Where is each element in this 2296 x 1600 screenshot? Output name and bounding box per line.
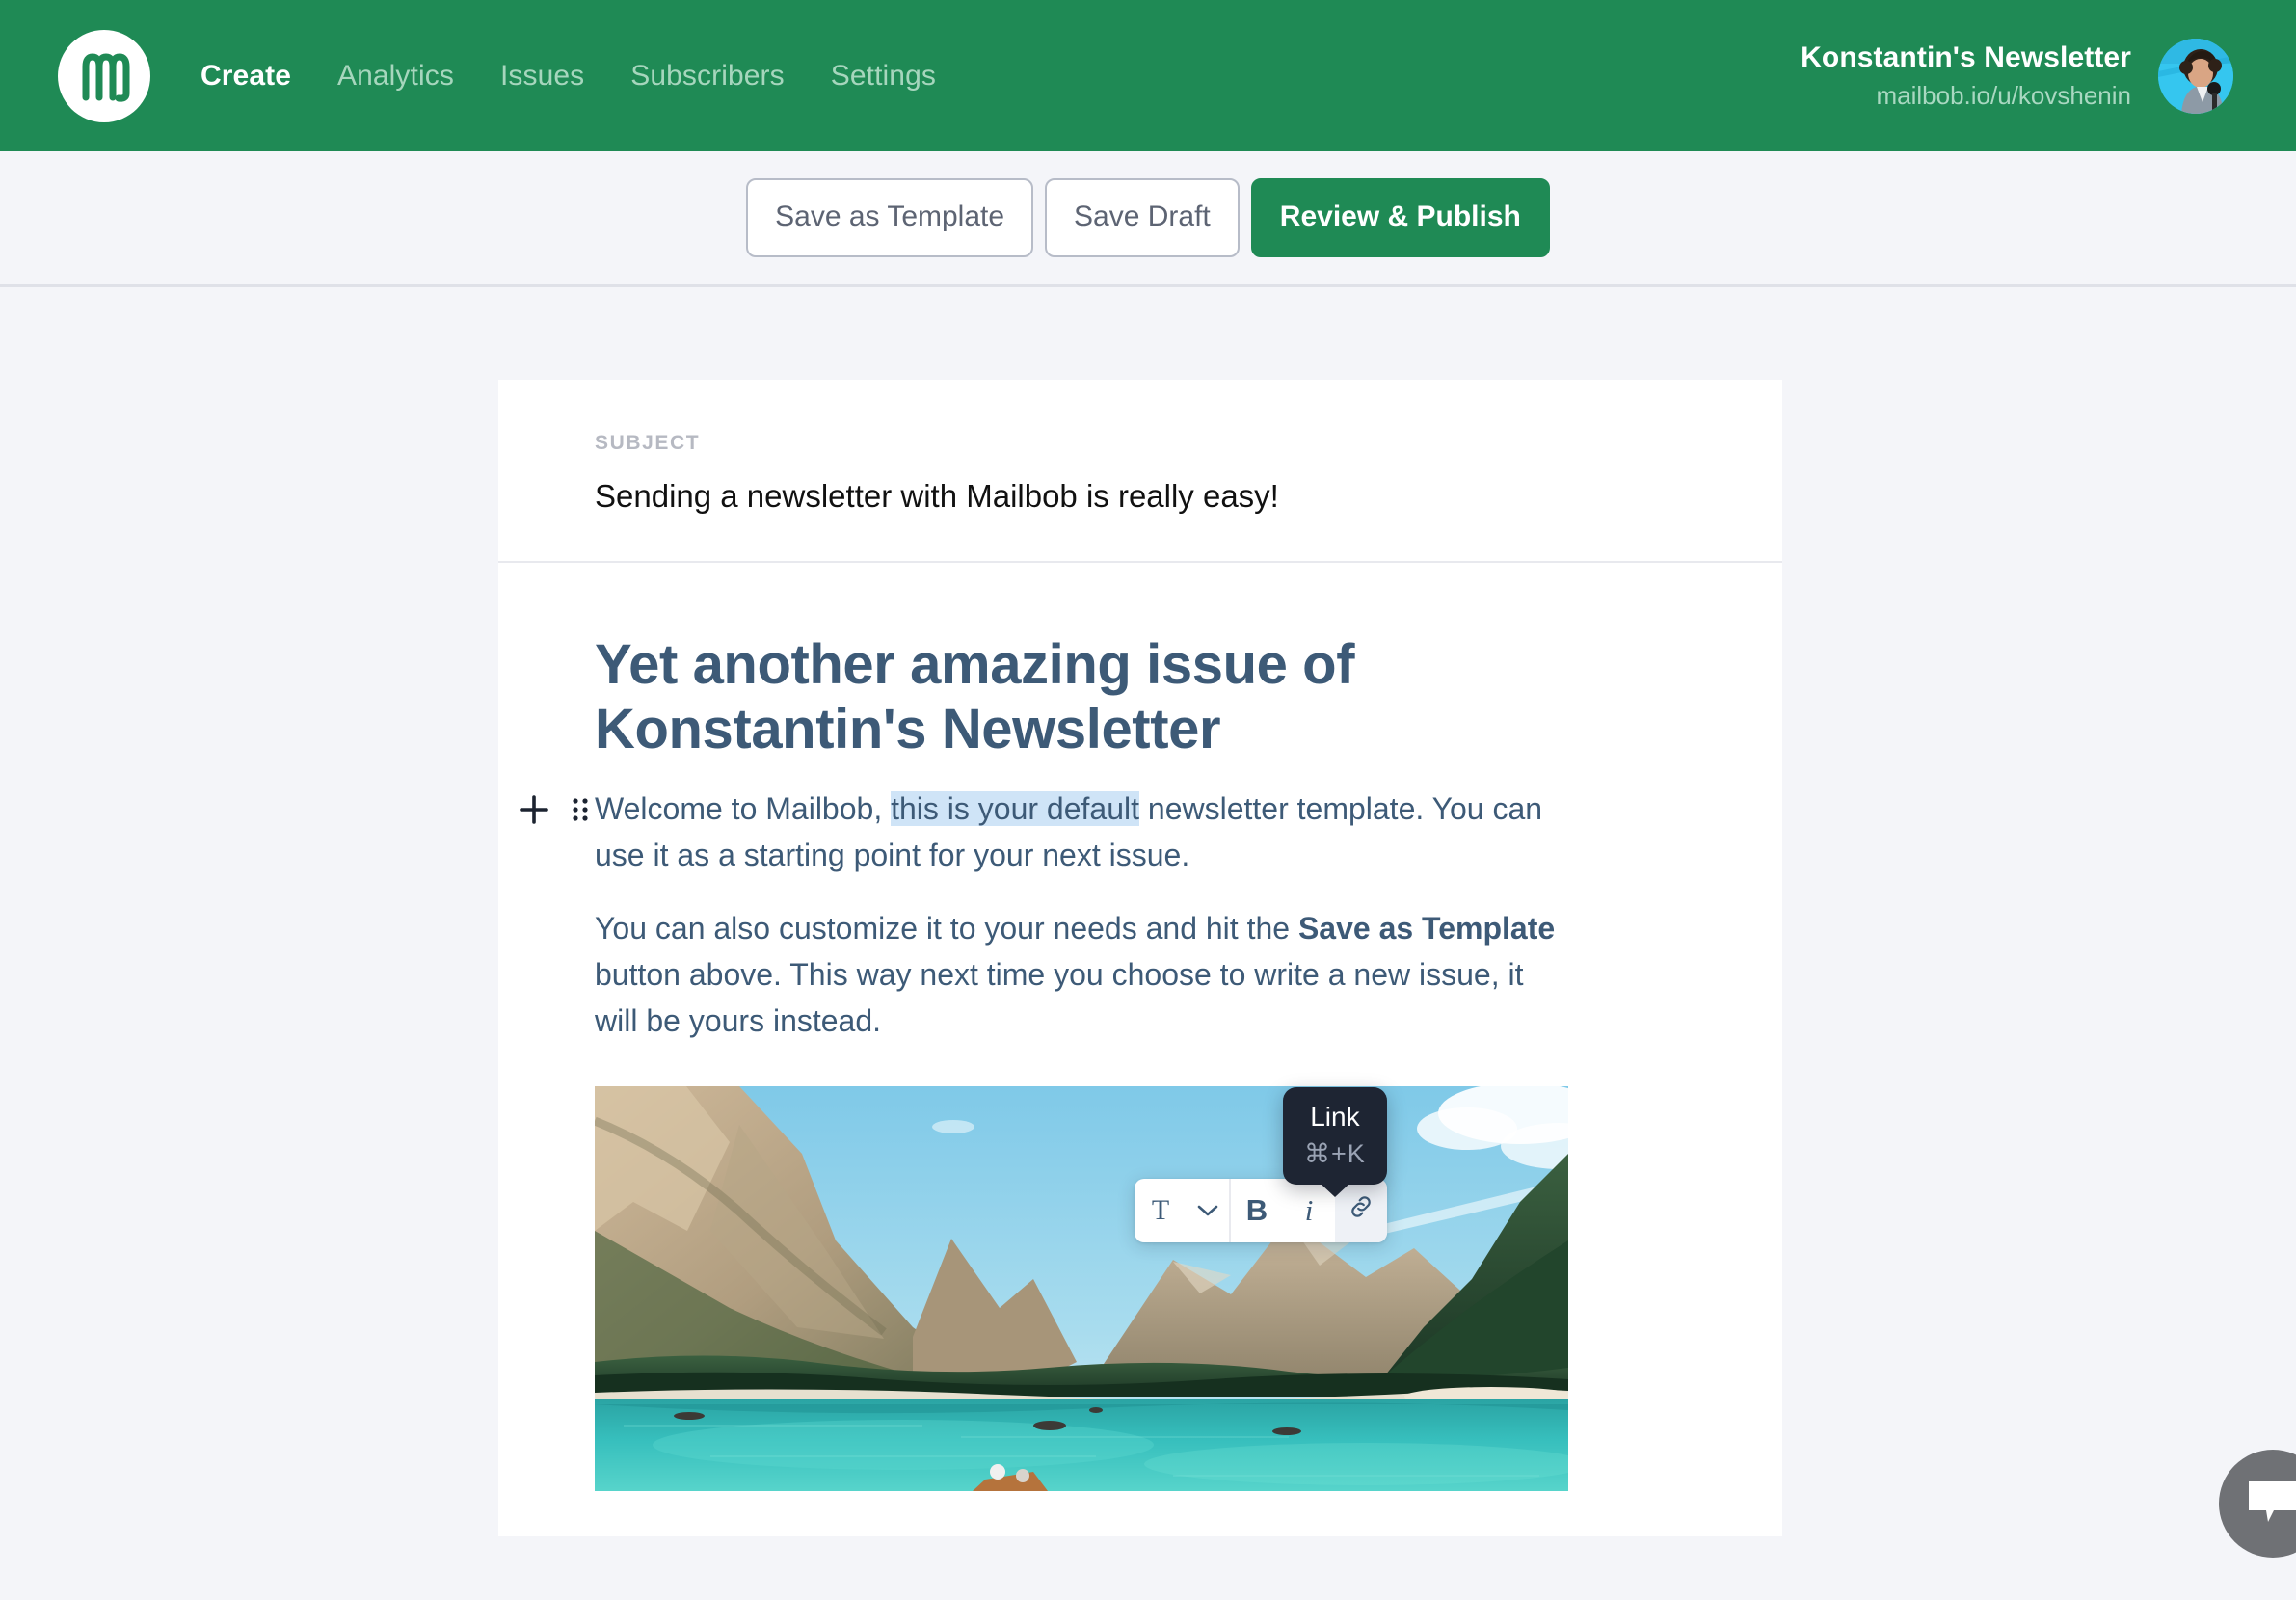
newsletter-editor-card: SUBJECT Sending a newsletter with Mailbo… <box>498 380 1782 1536</box>
chat-widget-button[interactable] <box>2219 1450 2296 1558</box>
paragraph-block-1: Welcome to Mailbob, this is your default… <box>595 786 1686 1044</box>
primary-nav: Create Analytics Issues Subscribers Sett… <box>200 60 959 93</box>
bold-button[interactable]: B <box>1231 1179 1283 1242</box>
body-section: Yet another amazing issue of Konstantin'… <box>498 563 1782 1491</box>
p2-text-part-1: You can also customize it to your needs … <box>595 911 1298 946</box>
plus-icon[interactable] <box>516 791 552 828</box>
tooltip-shortcut: ⌘+K <box>1304 1138 1366 1169</box>
user-avatar-photo-icon <box>2158 39 2233 114</box>
chat-bubble-icon <box>2245 1478 2296 1531</box>
account-area[interactable]: Konstantin's Newsletter mailbob.io/u/kov… <box>1801 39 2233 114</box>
account-text: Konstantin's Newsletter mailbob.io/u/kov… <box>1801 40 2131 110</box>
p2-text-part-2: button above. This way next time you cho… <box>595 957 1523 1038</box>
review-and-publish-button[interactable]: Review & Publish <box>1251 178 1550 257</box>
drag-handle-icon[interactable] <box>568 791 593 828</box>
save-draft-button[interactable]: Save Draft <box>1045 178 1240 257</box>
avatar[interactable] <box>2158 39 2233 114</box>
tooltip-title: Link <box>1304 1101 1366 1133</box>
mountain-lake-photo-icon <box>595 1086 1568 1491</box>
nav-item-subscribers[interactable]: Subscribers <box>607 60 808 93</box>
text-style-group: T <box>1135 1179 1229 1242</box>
paragraph-1[interactable]: Welcome to Mailbob, this is your default… <box>595 786 1559 878</box>
subject-label: SUBJECT <box>595 432 1686 455</box>
save-as-template-button[interactable]: Save as Template <box>746 178 1033 257</box>
subject-input[interactable]: Sending a newsletter with Mailbob is rea… <box>595 478 1686 515</box>
paragraph-2[interactable]: You can also customize it to your needs … <box>595 905 1559 1044</box>
editor-canvas: SUBJECT Sending a newsletter with Mailbo… <box>0 287 2296 1600</box>
mailbob-m-logo-icon <box>70 38 138 115</box>
account-name: Konstantin's Newsletter <box>1801 40 2131 74</box>
editor-action-bar: Save as Template Save Draft Review & Pub… <box>0 151 2296 287</box>
p2-bold-text: Save as Template <box>1298 911 1555 946</box>
issue-title[interactable]: Yet another amazing issue of Konstantin'… <box>595 632 1482 762</box>
top-navigation-bar: Create Analytics Issues Subscribers Sett… <box>0 0 2296 151</box>
mailbob-logo[interactable] <box>58 30 150 122</box>
text-style-button[interactable]: T <box>1135 1179 1187 1242</box>
chevron-down-icon[interactable] <box>1187 1179 1229 1242</box>
account-url: mailbob.io/u/kovshenin <box>1801 81 2131 111</box>
nav-item-settings[interactable]: Settings <box>808 60 959 93</box>
inline-style-group: B i <box>1229 1179 1387 1242</box>
nav-item-issues[interactable]: Issues <box>477 60 607 93</box>
newsletter-image[interactable] <box>595 1086 1568 1491</box>
subject-section: SUBJECT Sending a newsletter with Mailbo… <box>498 380 1782 563</box>
link-chain-icon <box>1348 1193 1375 1228</box>
p1-text-before: Welcome to Mailbob, <box>595 791 891 826</box>
link-tooltip: Link ⌘+K <box>1283 1087 1387 1185</box>
nav-item-analytics[interactable]: Analytics <box>314 60 477 93</box>
p1-selected-text: this is your default <box>891 791 1139 826</box>
nav-item-create[interactable]: Create <box>200 60 314 93</box>
